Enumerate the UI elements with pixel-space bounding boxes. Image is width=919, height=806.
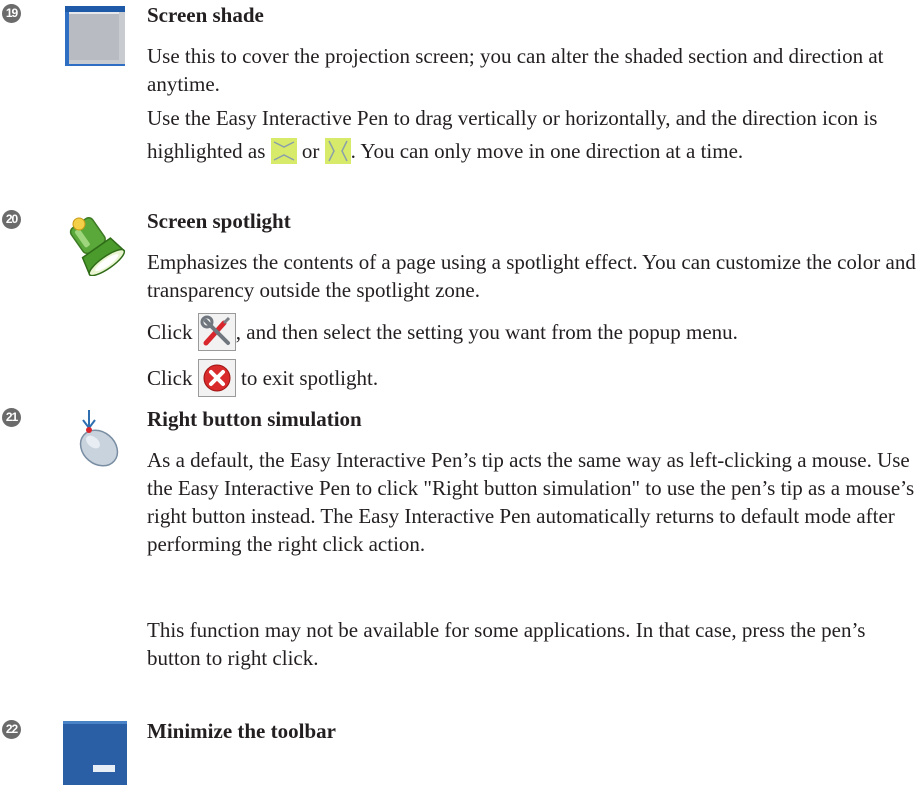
instruction-or: or [301,139,320,163]
entry-instructions: Use the Easy Interactive Pen to drag ver… [147,102,917,168]
horizontal-drag-highlight-icon [324,138,351,165]
entry-note: This function may not be available for s… [147,618,866,670]
spotlight-flashlight-icon [69,217,126,276]
entry-title: Screen shade [147,3,264,27]
item-number-badge: 22 [2,720,21,739]
item-number-badge: 20 [2,210,21,229]
item-number-badge: 19 [2,4,21,23]
instruction-text-end: to exit spotlight. [241,366,379,390]
mouse-right-button-icon [79,410,119,467]
screen-shade-icon [63,4,127,68]
instruction-text-end: . You can only move in one direction at … [350,139,744,163]
instruction-text: Click [147,366,193,390]
entry-title: Minimize the toolbar [147,719,336,743]
close-exit-icon [197,359,236,398]
exit-instruction: Click to exit spotlight. [147,358,917,399]
minimize-toolbar-icon [63,721,127,785]
instruction-text: Click [147,320,193,344]
entry-title: Screen spotlight [147,209,291,233]
vertical-drag-highlight-icon [270,138,297,165]
settings-instruction: Click , and then select the setting you … [147,312,917,353]
item-number-badge: 21 [2,408,21,427]
instruction-text-end: , and then select the setting you want f… [235,320,738,344]
entry-description: Use this to cover the projection screen;… [147,44,884,96]
entry-title: Right button simulation [147,407,362,431]
wrench-screwdriver-settings-icon [197,313,236,352]
entry-description: Emphasizes the contents of a page using … [147,250,916,302]
entry-description: As a default, the Easy Interactive Pen’s… [147,448,915,556]
